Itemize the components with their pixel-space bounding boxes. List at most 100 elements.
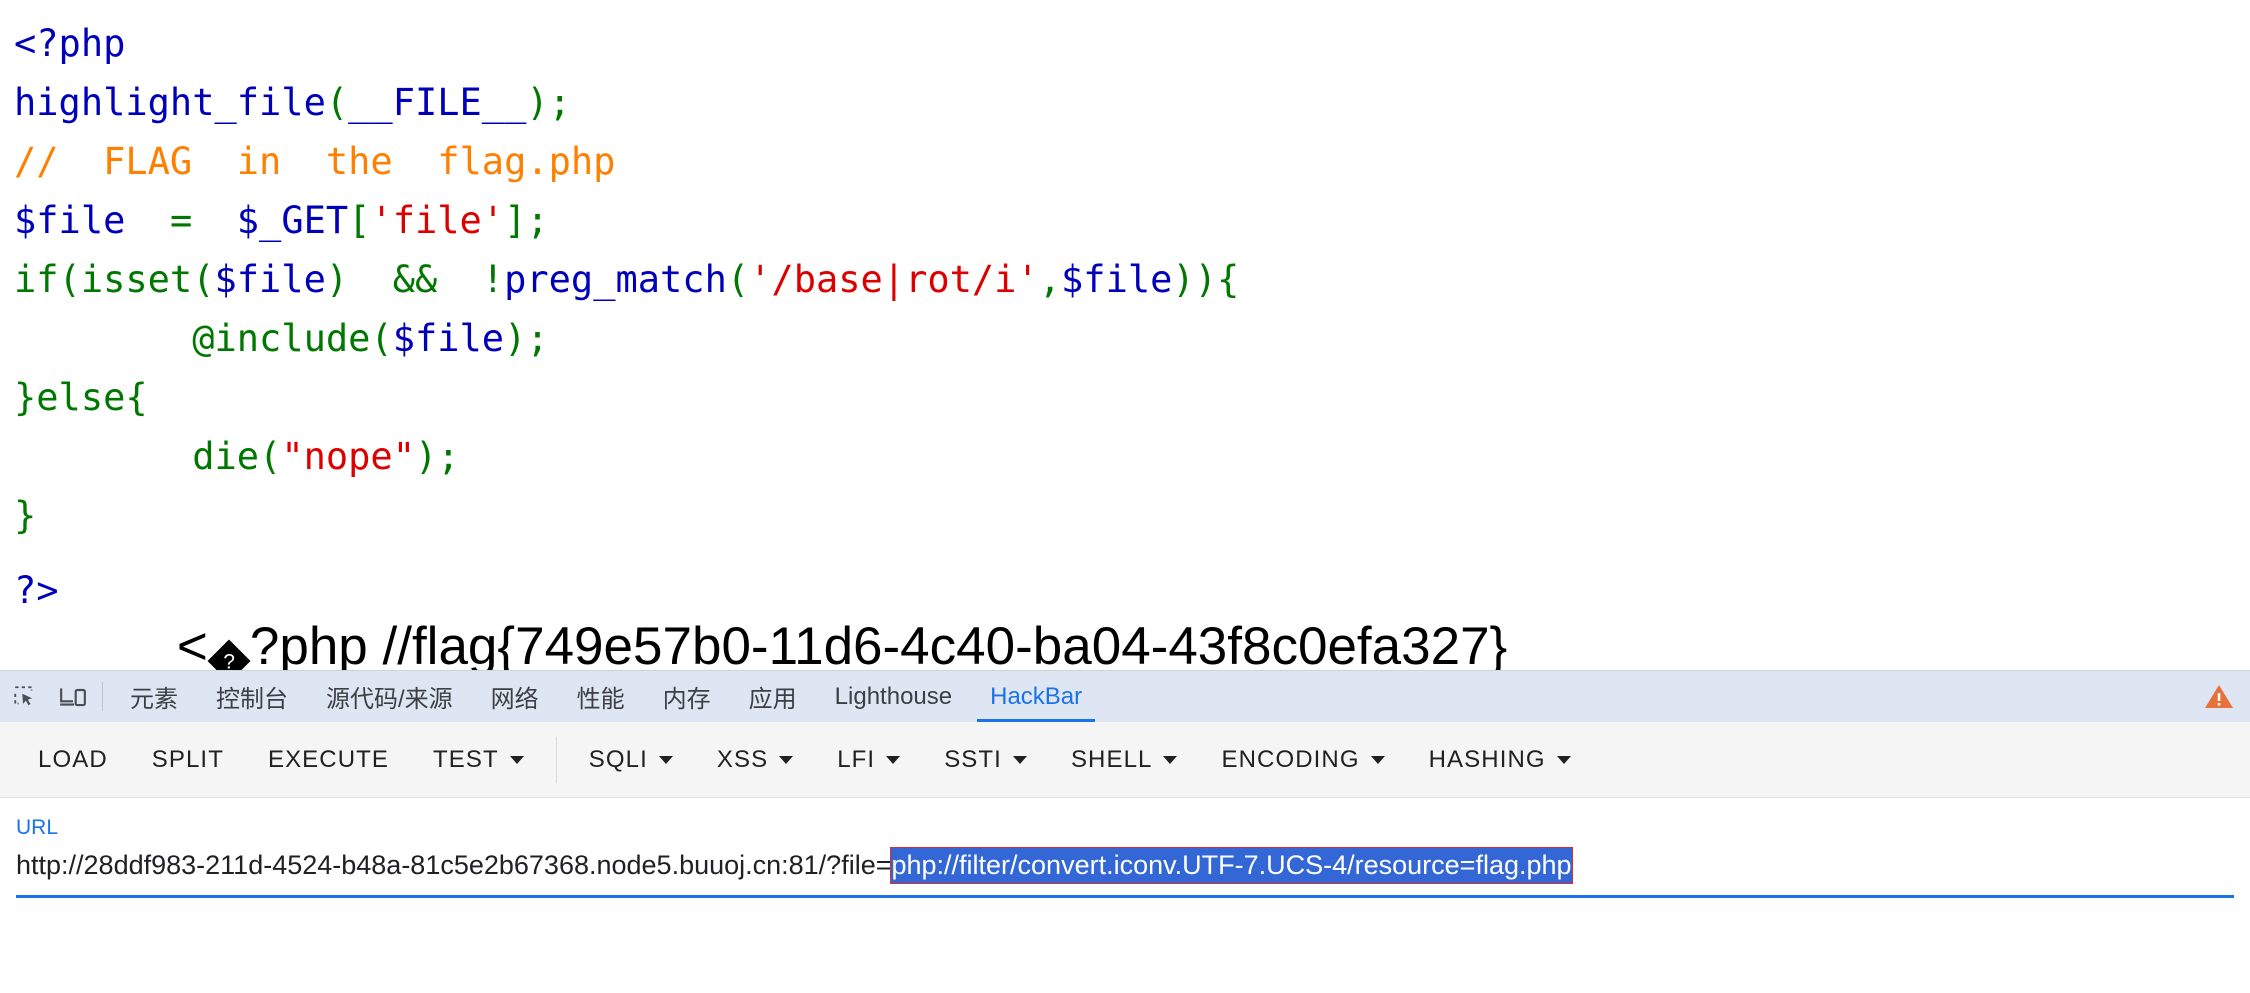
url-text-selected: php://filter/convert.iconv.UTF-7.UCS-4/r…: [890, 847, 1573, 884]
code-token: )){: [1172, 258, 1240, 301]
flag-prefix: <: [176, 617, 208, 670]
tab-内存[interactable]: 内存: [644, 671, 730, 722]
inspect-element-icon[interactable]: [8, 680, 42, 714]
hackbar-button-ssti[interactable]: SSTI: [922, 734, 1049, 786]
tab-源代码/来源[interactable]: 源代码/来源: [307, 671, 472, 722]
code-line: die("nope");: [14, 427, 2250, 486]
chevron-down-icon: [1370, 755, 1385, 764]
hackbar-button-test[interactable]: TEST: [411, 734, 546, 786]
hackbar-button-label: HASHING: [1428, 745, 1546, 773]
code-token: if(isset(: [14, 258, 215, 301]
hackbar-button-split[interactable]: SPLIT: [130, 734, 246, 786]
hackbar-button-label: SHELL: [1070, 745, 1153, 773]
toolbar-divider: [555, 736, 557, 783]
code-token: [: [348, 199, 371, 242]
url-field-underline: [16, 895, 2234, 898]
hackbar-button-lfi[interactable]: LFI: [815, 734, 922, 786]
code-token: <?php: [14, 22, 126, 65]
tab-label: 元素: [130, 686, 178, 713]
hackbar-button-label: SSTI: [944, 745, 1002, 773]
code-token: '/base|rot/i': [749, 258, 1039, 301]
tab-label: 网络: [490, 686, 539, 713]
code-token: preg_match: [504, 258, 727, 301]
hackbar-button-label: TEST: [433, 745, 499, 773]
tab-应用[interactable]: 应用: [730, 671, 816, 722]
php-source-code: <?php highlight_file(__FILE__);// FLAG in…: [0, 0, 2250, 545]
code-token: $file: [14, 199, 126, 242]
code-token: ,: [1038, 258, 1062, 301]
code-line: // FLAG in the flag.php: [14, 132, 2250, 191]
hackbar-button-label: SPLIT: [151, 745, 224, 773]
url-input[interactable]: http://28ddf983-211d-4524-b48a-81c5e2b67…: [16, 845, 2234, 885]
tab-label: HackBar: [990, 682, 1083, 710]
code-token: $_GET: [236, 199, 349, 242]
code-token: ) && !: [325, 258, 505, 301]
chevron-down-icon: [1163, 755, 1178, 764]
tab-HackBar[interactable]: HackBar: [971, 671, 1101, 722]
tab-性能[interactable]: 性能: [558, 671, 644, 722]
hackbar-button-label: LOAD: [38, 745, 108, 773]
code-line: if(isset($file) && !preg_match('/base|ro…: [14, 250, 2250, 309]
code-token: ;: [526, 199, 549, 242]
code-token: $file: [1061, 258, 1173, 301]
code-token: die(: [14, 435, 282, 478]
tab-控制台[interactable]: 控制台: [197, 671, 307, 722]
tab-label: Lighthouse: [834, 682, 953, 710]
url-text-plain: http://28ddf983-211d-4524-b48a-81c5e2b67…: [16, 850, 892, 880]
code-token: );: [504, 317, 549, 360]
devtools-tabstrip: 元素 控制台 源代码/来源 网络 性能 内存 应用 Lighthouse HackBar: [0, 671, 2250, 722]
flag-suffix: ?php //flag{749e57b0-11d6-4c40-ba04-43f8…: [249, 617, 1508, 670]
tab-label: 控制台: [216, 686, 288, 713]
replacement-character-icon: ?: [207, 639, 251, 670]
tab-网络[interactable]: 网络: [472, 671, 558, 722]
chevron-down-icon: [509, 755, 524, 764]
hackbar-button-label: XSS: [716, 745, 769, 773]
hackbar-button-label: ENCODING: [1221, 745, 1360, 773]
tab-label: 应用: [748, 686, 797, 713]
device-toolbar-icon[interactable]: [56, 680, 90, 714]
tab-label: 源代码/来源: [326, 686, 453, 713]
code-token: $file: [214, 258, 326, 301]
hackbar-button-shell[interactable]: SHELL: [1049, 734, 1200, 786]
hackbar-button-label: SQLI: [588, 745, 648, 773]
warning-triangle-icon[interactable]: [2204, 671, 2250, 722]
devtools-tool-buttons: [0, 671, 96, 722]
chevron-down-icon: [779, 755, 794, 764]
code-token: ;: [548, 81, 571, 124]
code-line: highlight_file(__FILE__);: [14, 73, 2250, 132]
devtools-tab-list: 元素 控制台 源代码/来源 网络 性能 内存 应用 Lighthouse HackBar: [111, 671, 1101, 722]
code-token: (: [325, 81, 349, 124]
chevron-down-icon: [886, 755, 901, 764]
url-field-label: URL: [16, 816, 59, 839]
inspect-element-glyph: [14, 685, 33, 705]
code-token: __FILE__: [348, 81, 527, 124]
hackbar-button-label: LFI: [837, 745, 876, 773]
chevron-down-icon: [1556, 755, 1571, 764]
code-token: (: [726, 258, 750, 301]
hackbar-button-execute[interactable]: EXECUTE: [246, 734, 411, 786]
code-token: @include(: [14, 317, 393, 360]
tabstrip-divider: [102, 682, 103, 711]
hackbar-body: URL http://28ddf983-211d-4524-b48a-81c5e…: [0, 798, 2250, 993]
tab-Lighthouse[interactable]: Lighthouse: [816, 671, 971, 722]
code-token: ): [526, 81, 549, 124]
code-token: }: [14, 494, 37, 537]
hackbar-button-label: EXECUTE: [267, 745, 390, 773]
chevron-down-icon: [1012, 755, 1027, 764]
hackbar-button-encoding[interactable]: ENCODING: [1199, 734, 1406, 786]
code-line: @include($file);: [14, 309, 2250, 368]
flag-output-line: ?> <? ?php //flag{749e57b0-11d6-4c40-ba04…: [14, 555, 1507, 670]
hackbar-button-hashing[interactable]: HASHING: [1407, 734, 1593, 786]
devtools-panel: 元素 控制台 源代码/来源 网络 性能 内存 应用 Lighthouse HackBar LOA…: [0, 670, 2250, 993]
code-token: =: [125, 199, 237, 242]
tab-元素[interactable]: 元素: [111, 671, 197, 722]
hackbar-button-load[interactable]: LOAD: [16, 734, 130, 786]
flag-text: <? ?php //flag{749e57b0-11d6-4c40-ba04-43…: [89, 555, 1508, 670]
code-token: }else{: [14, 376, 148, 419]
code-token: // FLAG in the flag.php: [14, 140, 616, 183]
code-token: highlight_file: [14, 81, 326, 124]
hackbar-button-xss[interactable]: XSS: [695, 734, 815, 786]
code-line: <?php: [14, 14, 2250, 73]
rendered-php-source-page: <?php highlight_file(__FILE__);// FLAG in…: [0, 0, 2250, 670]
hackbar-button-sqli[interactable]: SQLI: [567, 734, 695, 786]
